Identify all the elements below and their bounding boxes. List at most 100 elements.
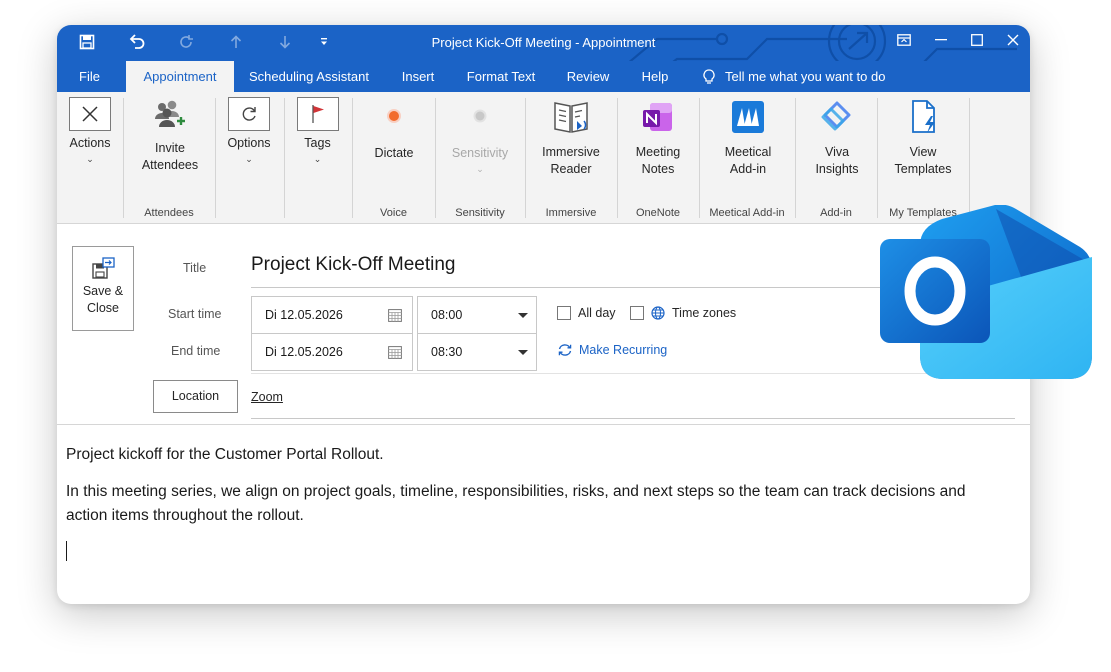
- sensitivity-button[interactable]: Sensitivity ⌄: [441, 92, 519, 174]
- group-separator: [123, 98, 124, 218]
- templates-label-line2: Templates: [894, 162, 952, 176]
- actions-button[interactable]: Actions ⌄: [61, 92, 119, 164]
- chevron-down-icon: ⌄: [476, 164, 484, 174]
- lightbulb-icon: [703, 68, 715, 84]
- end-time-select[interactable]: 08:30: [417, 333, 537, 371]
- dictate-button[interactable]: Dictate: [360, 92, 428, 162]
- templates-label-line1: View: [909, 145, 937, 159]
- body-paragraph-2: In this meeting series, we align on proj…: [66, 483, 966, 524]
- sensitivity-label: Sensitivity: [451, 146, 509, 160]
- group-label-sensitivity: Sensitivity: [455, 207, 505, 219]
- title-bar: Project Kick-Off Meeting - Appointment: [57, 25, 1030, 61]
- group-separator: [525, 98, 526, 218]
- group-label-addin: Add-in: [820, 207, 852, 219]
- outlook-logo-icon: [880, 205, 1092, 379]
- checkbox-box[interactable]: [557, 306, 571, 320]
- start-date-field[interactable]: Di 12.05.2026: [251, 296, 413, 334]
- group-separator: [352, 98, 353, 218]
- calendar-icon[interactable]: [388, 309, 402, 322]
- invite-label-line2: Attendees: [141, 158, 199, 172]
- group-separator: [877, 98, 878, 218]
- immersive-reader-button[interactable]: Immersive Reader: [531, 92, 611, 178]
- tab-file[interactable]: File: [67, 61, 112, 92]
- group-separator: [795, 98, 796, 218]
- calendar-icon[interactable]: [388, 346, 402, 359]
- title-label: Title: [183, 261, 207, 275]
- tab-review[interactable]: Review: [560, 61, 616, 92]
- start-time-value: 08:00: [431, 308, 463, 322]
- minimize-icon[interactable]: [923, 25, 959, 55]
- location-value[interactable]: Zoom: [251, 390, 283, 404]
- recurring-icon: [558, 344, 572, 356]
- text-cursor: [66, 541, 67, 561]
- location-button[interactable]: Location: [153, 380, 238, 413]
- chevron-down-icon: [518, 350, 528, 355]
- meetical-label-line2: Add-in: [729, 162, 767, 176]
- globe-icon: [651, 306, 665, 320]
- make-recurring-button[interactable]: Make Recurring: [557, 343, 667, 357]
- end-date-value: Di 12.05.2026: [265, 345, 343, 359]
- group-separator: [617, 98, 618, 218]
- group-label-immersive: Immersive: [545, 207, 597, 219]
- tab-insert[interactable]: Insert: [393, 61, 443, 92]
- group-separator: [215, 98, 216, 218]
- tab-format-text[interactable]: Format Text: [461, 61, 541, 92]
- maximize-icon[interactable]: [959, 25, 995, 55]
- end-date-field[interactable]: Di 12.05.2026: [251, 333, 413, 371]
- save-close-label-line2: Close: [87, 301, 119, 315]
- start-time-label: Start time: [168, 307, 222, 321]
- message-body[interactable]: Project kickoff for the Customer Portal …: [66, 443, 966, 561]
- group-separator: [969, 98, 970, 218]
- close-icon[interactable]: [995, 25, 1030, 55]
- group-label-onenote: OneNote: [635, 207, 681, 219]
- view-templates-button[interactable]: View Templates: [883, 92, 963, 178]
- group-separator: [284, 98, 285, 218]
- flag-icon: [296, 97, 339, 131]
- all-day-label: All day: [578, 306, 616, 320]
- tab-appointment[interactable]: Appointment: [126, 61, 234, 92]
- onenote-icon: [622, 94, 694, 140]
- end-time-value: 08:30: [431, 345, 463, 359]
- tags-button[interactable]: Tags ⌄: [289, 92, 346, 164]
- chevron-down-icon: [518, 313, 528, 318]
- chevron-down-icon: ⌄: [86, 154, 94, 164]
- tags-label: Tags: [304, 136, 331, 150]
- tab-scheduling-assistant[interactable]: Scheduling Assistant: [243, 61, 375, 92]
- invite-label-line1: Invite: [155, 141, 185, 155]
- start-date-value: Di 12.05.2026: [265, 308, 343, 322]
- start-time-select[interactable]: 08:00: [417, 296, 537, 334]
- checkbox-box[interactable]: [630, 306, 644, 320]
- delete-x-icon: [69, 97, 111, 131]
- templates-icon: [883, 94, 963, 140]
- chevron-down-icon: ⌄: [245, 154, 253, 164]
- tell-me-search[interactable]: Tell me what you want to do: [703, 61, 885, 92]
- actions-label: Actions: [69, 136, 111, 150]
- meetical-addin-button[interactable]: Meetical Add-in: [705, 92, 791, 178]
- group-separator: [435, 98, 436, 218]
- group-label-attendees: Attendees: [144, 207, 194, 219]
- end-time-label: End time: [171, 344, 221, 358]
- viva-insights-icon: [801, 94, 873, 140]
- meetical-label-line1: Meetical: [724, 145, 772, 159]
- tab-help[interactable]: Help: [634, 61, 676, 92]
- meeting-notes-label-line2: Notes: [641, 162, 675, 176]
- time-zones-checkbox[interactable]: Time zones: [630, 306, 736, 320]
- viva-insights-button[interactable]: Viva Insights: [801, 92, 873, 178]
- invite-attendees-button[interactable]: Invite Attendees: [130, 92, 210, 174]
- invite-attendees-icon: [130, 92, 210, 136]
- meeting-notes-button[interactable]: Meeting Notes: [622, 92, 694, 178]
- all-day-checkbox[interactable]: All day: [557, 306, 616, 320]
- location-underline: [251, 418, 1015, 419]
- immersive-label-line2: Reader: [550, 162, 592, 176]
- viva-label-line2: Insights: [815, 162, 859, 176]
- options-icon: [228, 97, 270, 131]
- save-close-button[interactable]: Save & Close: [72, 246, 134, 331]
- ribbon-display-icon[interactable]: [886, 25, 922, 55]
- time-zones-label: Time zones: [672, 306, 737, 320]
- options-button[interactable]: Options ⌄: [221, 92, 277, 164]
- save-close-label-line1: Save &: [82, 284, 124, 298]
- group-label-voice: Voice: [380, 207, 407, 219]
- body-paragraph-1: Project kickoff for the Customer Portal …: [66, 446, 384, 463]
- group-separator: [699, 98, 700, 218]
- options-label: Options: [227, 136, 271, 150]
